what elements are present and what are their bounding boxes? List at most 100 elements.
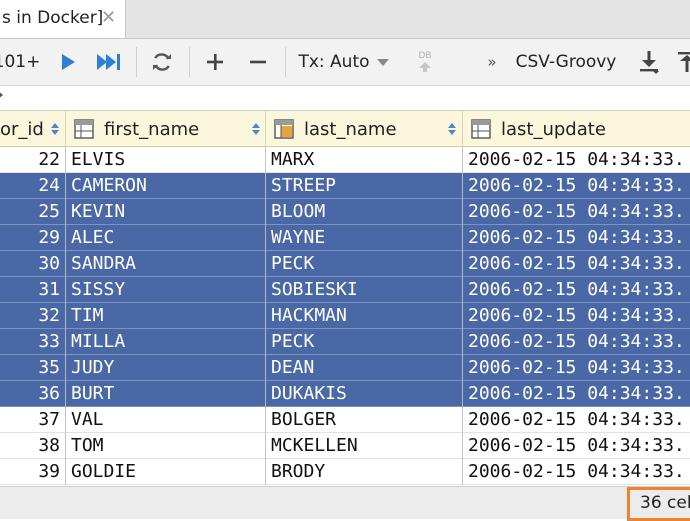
cell-last-update[interactable]: 2006-02-15 04:34:33. bbox=[463, 199, 690, 225]
cell-actor-id[interactable]: 22 bbox=[0, 147, 66, 173]
column-header-first-name[interactable]: first_name bbox=[66, 111, 266, 147]
cell-last-name[interactable]: BLOOM bbox=[266, 199, 463, 225]
table-row[interactable]: 25 KEVIN BLOOM 2006-02-15 04:34:33. bbox=[0, 199, 690, 225]
cell-last-name[interactable]: MCKELLEN bbox=[266, 433, 463, 459]
table-row[interactable]: 33 MILLA PECK 2006-02-15 04:34:33. bbox=[0, 329, 690, 355]
cell-last-name[interactable]: PECK bbox=[266, 329, 463, 355]
refresh-icon bbox=[153, 53, 171, 71]
table-column-icon bbox=[74, 119, 94, 139]
status-bar bbox=[0, 486, 690, 519]
table-row[interactable]: 30 SANDRA PECK 2006-02-15 04:34:33. bbox=[0, 251, 690, 277]
cell-last-update[interactable]: 2006-02-15 04:34:33. bbox=[463, 147, 690, 173]
sort-icon[interactable] bbox=[448, 123, 456, 135]
cell-actor-id[interactable]: 25 bbox=[0, 199, 66, 225]
add-row-button[interactable] bbox=[200, 39, 230, 85]
cell-last-name[interactable]: BOLGER bbox=[266, 407, 463, 433]
cell-first-name[interactable]: GOLDIE bbox=[66, 459, 266, 485]
cell-last-update[interactable]: 2006-02-15 04:34:33. bbox=[463, 173, 690, 199]
cell-actor-id[interactable]: 33 bbox=[0, 329, 66, 355]
more-toolbar-actions-button[interactable]: » bbox=[482, 39, 502, 85]
cell-last-name[interactable]: MARX bbox=[266, 147, 463, 173]
sort-icon[interactable] bbox=[252, 123, 260, 135]
cell-first-name[interactable]: ELVIS bbox=[66, 147, 266, 173]
cell-first-name[interactable]: TIM bbox=[66, 303, 266, 329]
delete-row-button[interactable] bbox=[243, 39, 273, 85]
expand-arrow-icon[interactable] bbox=[0, 90, 3, 100]
close-icon[interactable]: ✕ bbox=[101, 8, 116, 28]
next-page-button[interactable] bbox=[54, 39, 82, 85]
cell-first-name[interactable]: MILLA bbox=[66, 329, 266, 355]
table-row[interactable]: 32 TIM HACKMAN 2006-02-15 04:34:33. bbox=[0, 303, 690, 329]
cell-last-update[interactable]: 2006-02-15 04:34:33. bbox=[463, 277, 690, 303]
table-row[interactable]: 38 TOM MCKELLEN 2006-02-15 04:34:33. bbox=[0, 433, 690, 459]
reload-button[interactable] bbox=[146, 39, 178, 85]
column-header-last-update[interactable]: last_update bbox=[463, 111, 690, 147]
db-label: DB bbox=[418, 51, 432, 61]
cell-actor-id[interactable]: 38 bbox=[0, 433, 66, 459]
cell-actor-id[interactable]: 35 bbox=[0, 355, 66, 381]
cell-first-name[interactable]: KEVIN bbox=[66, 199, 266, 225]
console-tab[interactable]: s in Docker] ✕ bbox=[0, 0, 126, 38]
cell-first-name[interactable]: ALEC bbox=[66, 225, 266, 251]
editor-tab-strip: s in Docker] ✕ bbox=[0, 0, 690, 39]
page-size-label: 101+ bbox=[0, 52, 41, 72]
table-row[interactable]: 24 CAMERON STREEP 2006-02-15 04:34:33. bbox=[0, 173, 690, 199]
cell-last-update[interactable]: 2006-02-15 04:34:33. bbox=[463, 329, 690, 355]
commit-arrow-icon bbox=[419, 62, 431, 72]
cell-last-name[interactable]: STREEP bbox=[266, 173, 463, 199]
cell-actor-id[interactable]: 32 bbox=[0, 303, 66, 329]
cell-last-update[interactable]: 2006-02-15 04:34:33. bbox=[463, 303, 690, 329]
sort-icon[interactable] bbox=[51, 123, 59, 135]
table-row[interactable]: 22 ELVIS MARX 2006-02-15 04:34:33. bbox=[0, 147, 690, 173]
cell-first-name[interactable]: SANDRA bbox=[66, 251, 266, 277]
cell-last-update[interactable]: 2006-02-15 04:34:33. bbox=[463, 407, 690, 433]
cell-actor-id[interactable]: 24 bbox=[0, 173, 66, 199]
cell-last-update[interactable]: 2006-02-15 04:34:33. bbox=[463, 433, 690, 459]
cell-last-name[interactable]: HACKMAN bbox=[266, 303, 463, 329]
cell-last-name[interactable]: DEAN bbox=[266, 355, 463, 381]
cell-last-name[interactable]: PECK bbox=[266, 251, 463, 277]
cell-last-update[interactable]: 2006-02-15 04:34:33. bbox=[463, 381, 690, 407]
filter-bar[interactable] bbox=[0, 86, 690, 111]
page-size-selector[interactable]: 101+ bbox=[0, 39, 41, 85]
table-row[interactable]: 37 VAL BOLGER 2006-02-15 04:34:33. bbox=[0, 407, 690, 433]
cell-actor-id[interactable]: 29 bbox=[0, 225, 66, 251]
cell-actor-id[interactable]: 39 bbox=[0, 459, 66, 485]
cell-actor-id[interactable]: 36 bbox=[0, 381, 66, 407]
table-row[interactable]: 39 GOLDIE BRODY 2006-02-15 04:34:33. bbox=[0, 459, 690, 485]
column-header-id[interactable]: or_id bbox=[0, 111, 66, 147]
table-row[interactable]: 29 ALEC WAYNE 2006-02-15 04:34:33. bbox=[0, 225, 690, 251]
cell-first-name[interactable]: JUDY bbox=[66, 355, 266, 381]
cell-first-name[interactable]: SISSY bbox=[66, 277, 266, 303]
toolbar-separator bbox=[189, 47, 190, 77]
toolbar-separator bbox=[136, 47, 137, 77]
cell-first-name[interactable]: BURT bbox=[66, 381, 266, 407]
cell-actor-id[interactable]: 37 bbox=[0, 407, 66, 433]
cell-first-name[interactable]: CAMERON bbox=[66, 173, 266, 199]
transaction-mode-dropdown[interactable]: Tx: Auto bbox=[296, 39, 392, 85]
cell-first-name[interactable]: TOM bbox=[66, 433, 266, 459]
cell-last-name[interactable]: WAYNE bbox=[266, 225, 463, 251]
cell-actor-id[interactable]: 31 bbox=[0, 277, 66, 303]
toolbar-separator bbox=[285, 47, 286, 77]
cell-last-update[interactable]: 2006-02-15 04:34:33. bbox=[463, 251, 690, 277]
cell-first-name[interactable]: VAL bbox=[66, 407, 266, 433]
table-row[interactable]: 36 BURT DUKAKIS 2006-02-15 04:34:33. bbox=[0, 381, 690, 407]
column-divider bbox=[462, 147, 463, 485]
table-row[interactable]: 31 SISSY SOBIESKI 2006-02-15 04:34:33. bbox=[0, 277, 690, 303]
column-header-last-name[interactable]: last_name bbox=[266, 111, 463, 147]
last-page-button[interactable] bbox=[92, 39, 126, 85]
cell-last-update[interactable]: 2006-02-15 04:34:33. bbox=[463, 225, 690, 251]
cell-last-name[interactable]: DUKAKIS bbox=[266, 381, 463, 407]
cell-last-update[interactable]: 2006-02-15 04:34:33. bbox=[463, 355, 690, 381]
cell-last-name[interactable]: SOBIESKI bbox=[266, 277, 463, 303]
results-toolbar: 101+ Tx: Auto DB » CSV-Groovy bbox=[0, 39, 690, 86]
cell-last-name[interactable]: BRODY bbox=[266, 459, 463, 485]
export-format-dropdown[interactable]: CSV-Groovy bbox=[512, 39, 620, 85]
download-button[interactable] bbox=[634, 39, 664, 85]
table-row[interactable]: 35 JUDY DEAN 2006-02-15 04:34:33. bbox=[0, 355, 690, 381]
cell-actor-id[interactable]: 30 bbox=[0, 251, 66, 277]
commit-button[interactable]: DB bbox=[410, 39, 440, 85]
upload-button[interactable] bbox=[676, 39, 690, 85]
cell-last-update[interactable]: 2006-02-15 04:34:33. bbox=[463, 459, 690, 485]
